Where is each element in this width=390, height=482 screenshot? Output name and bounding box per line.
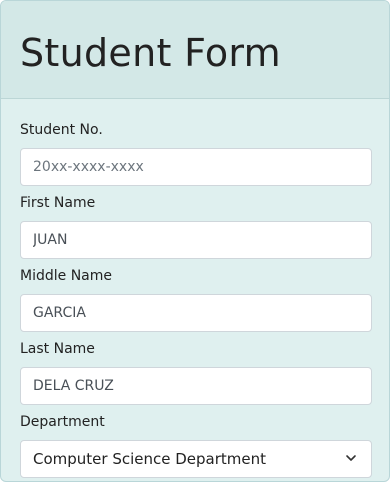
last-name-field: Last Name	[20, 340, 372, 405]
student-no-label: Student No.	[20, 122, 103, 138]
first-name-field: First Name	[20, 194, 372, 259]
department-select[interactable]: Computer Science Department	[20, 440, 372, 478]
department-label: Department	[20, 414, 105, 430]
department-selected-value: Computer Science Department	[33, 450, 267, 468]
middle-name-field: Middle Name	[20, 267, 372, 332]
card-header: Student Form	[1, 1, 389, 99]
first-name-label: First Name	[20, 195, 96, 211]
department-field: Department Computer Science Department	[20, 413, 372, 478]
student-form-card: Student Form Student No. First Name Midd…	[0, 0, 390, 482]
middle-name-input[interactable]	[20, 294, 372, 332]
student-no-field: Student No.	[20, 121, 372, 186]
student-no-input[interactable]	[20, 148, 372, 186]
middle-name-label: Middle Name	[20, 268, 112, 284]
first-name-input[interactable]	[20, 221, 372, 259]
last-name-input[interactable]	[20, 367, 372, 405]
form-title: Student Form	[20, 30, 281, 75]
last-name-label: Last Name	[20, 341, 95, 357]
chevron-down-icon	[345, 441, 357, 477]
